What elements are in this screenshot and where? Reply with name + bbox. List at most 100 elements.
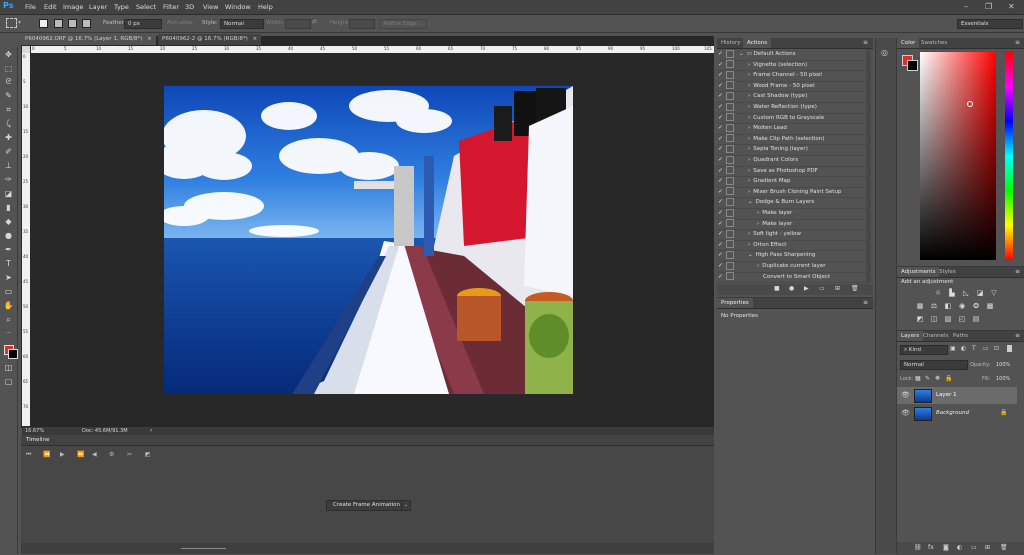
checkmark-icon[interactable]: ✓ — [717, 197, 724, 207]
checkmark-icon[interactable]: ✓ — [717, 134, 724, 144]
path-selection-icon[interactable]: ➤ — [3, 273, 14, 283]
checkmark-icon[interactable]: ✓ — [717, 155, 724, 165]
lock-all-icon[interactable]: 🔒 — [945, 375, 952, 382]
chevron-right-icon[interactable]: › — [748, 136, 750, 142]
checkmark-icon[interactable]: ✓ — [717, 187, 724, 197]
dialog-toggle-icon[interactable] — [726, 60, 734, 69]
panel-menu-icon[interactable]: ≡ — [1015, 39, 1020, 46]
menu-window[interactable]: Window — [225, 3, 251, 11]
create-frame-animation-button[interactable]: Create Frame Animation — [326, 500, 407, 511]
checkmark-icon[interactable]: ✓ — [717, 144, 724, 154]
hue-saturation-icon[interactable]: ▦ — [915, 302, 925, 311]
canvas[interactable] — [31, 53, 714, 426]
first-frame-icon[interactable]: ⏮ — [26, 451, 31, 459]
checkmark-icon[interactable]: ✓ — [717, 91, 724, 101]
levels-icon[interactable]: ▙ — [947, 289, 957, 298]
chevron-right-icon[interactable]: › — [748, 231, 750, 237]
quick-selection-icon[interactable]: ✎ — [3, 91, 14, 101]
checkmark-icon[interactable]: ✓ — [717, 70, 724, 80]
chevron-right-icon[interactable]: › — [757, 221, 759, 227]
filter-shape-icon[interactable]: ▭ — [983, 345, 989, 352]
chevron-right-icon[interactable]: › — [748, 178, 750, 184]
dodge-tool-icon[interactable]: ● — [3, 231, 14, 241]
layer-filter-select[interactable]: ⌕ Kind — [900, 345, 948, 355]
background-color-swatch[interactable] — [8, 349, 18, 359]
crop-tool-icon[interactable]: ⌗ — [3, 105, 14, 115]
clone-stamp-icon[interactable]: ⊥ — [3, 161, 14, 171]
zoom-level[interactable]: 16.67% — [25, 428, 44, 434]
checkmark-icon[interactable]: ✓ — [717, 250, 724, 260]
link-layers-icon[interactable]: ⛓ — [914, 544, 922, 551]
tab-actions[interactable]: Actions — [743, 38, 772, 48]
subtract-selection-icon[interactable] — [68, 19, 77, 28]
chevron-right-icon[interactable]: › — [748, 146, 750, 152]
tab-history[interactable]: History — [717, 38, 745, 48]
tab-properties[interactable]: Properties — [717, 298, 753, 308]
dialog-toggle-icon[interactable] — [726, 70, 734, 79]
add-mask-icon[interactable]: ◙ — [943, 544, 949, 551]
chevron-right-icon[interactable]: › — [757, 263, 759, 269]
chevron-right-icon[interactable]: › — [748, 189, 750, 195]
dialog-toggle-icon[interactable] — [726, 91, 734, 100]
history-brush-icon[interactable]: ✑ — [3, 175, 14, 185]
dialog-toggle-icon[interactable] — [726, 155, 734, 164]
checkmark-icon[interactable]: ✓ — [717, 176, 724, 186]
checkmark-icon[interactable]: ✓ — [717, 49, 724, 59]
opacity-value[interactable]: 100% — [996, 362, 1010, 368]
move-tool-icon[interactable]: ✥ — [3, 50, 14, 60]
checkmark-icon[interactable]: ✓ — [717, 113, 724, 123]
gradient-map-icon[interactable]: ▤ — [971, 315, 981, 324]
play-icon[interactable]: ▶ — [60, 451, 65, 458]
menu-file[interactable]: File — [25, 3, 36, 11]
dialog-toggle-icon[interactable] — [726, 272, 734, 281]
close-icon[interactable]: × — [147, 36, 152, 42]
checkmark-icon[interactable]: ✓ — [717, 81, 724, 91]
chevron-right-icon[interactable]: › — [748, 72, 750, 78]
next-frame-icon[interactable]: ⏩ — [77, 451, 84, 458]
checkmark-icon[interactable]: ✓ — [717, 240, 724, 250]
chevron-down-icon[interactable]: ▾ — [18, 19, 21, 26]
checkmark-icon[interactable]: ✓ — [717, 123, 724, 133]
tab-paths[interactable]: Paths — [949, 331, 972, 341]
menu-edit[interactable]: Edit — [44, 3, 57, 11]
checkmark-icon[interactable]: ✓ — [717, 60, 724, 70]
delete-layer-icon[interactable]: 🗑 — [1000, 544, 1008, 551]
adjustment-layer-icon[interactable]: ◐ — [957, 544, 962, 551]
eyedropper-icon[interactable]: ⤹ — [3, 119, 14, 129]
color-lookup-icon[interactable]: ▩ — [985, 302, 995, 311]
eraser-tool-icon[interactable]: ◪ — [3, 189, 14, 199]
prev-frame-icon[interactable]: ⏪ — [43, 451, 50, 458]
filter-toggle[interactable] — [1007, 345, 1012, 352]
hue-slider[interactable] — [1005, 52, 1013, 260]
healing-brush-icon[interactable]: ✚ — [3, 133, 14, 143]
hand-tool-icon[interactable]: ✋ — [3, 301, 14, 311]
dialog-toggle-icon[interactable] — [726, 166, 734, 175]
exposure-icon[interactable]: ◪ — [975, 289, 985, 298]
chevron-right-icon[interactable]: › — [748, 83, 750, 89]
blend-mode-select[interactable]: Normal — [900, 360, 968, 370]
panel-menu-icon[interactable]: ≡ — [1015, 268, 1020, 275]
actions-scrollbar[interactable] — [866, 49, 871, 283]
color-picker-cursor[interactable] — [967, 101, 973, 107]
audio-icon[interactable]: ◀ — [92, 451, 97, 458]
fx-icon[interactable]: fx — [928, 544, 934, 551]
new-action-icon[interactable]: ⊞ — [835, 285, 840, 292]
lasso-tool-icon[interactable]: ᘓ — [3, 77, 14, 87]
minimize-button[interactable]: – — [964, 2, 968, 11]
panel-menu-icon[interactable]: ≡ — [863, 39, 868, 46]
brightness-icon[interactable]: ☼ — [933, 289, 943, 298]
panel-menu-icon[interactable]: ≡ — [863, 299, 868, 306]
threshold-icon[interactable]: ▨ — [943, 315, 953, 324]
tab-styles[interactable]: Styles — [935, 267, 960, 277]
close-icon[interactable]: × — [253, 36, 258, 42]
chevron-down-icon[interactable]: ⌄ — [748, 199, 753, 205]
new-group-icon[interactable]: ▭ — [971, 544, 977, 551]
checkmark-icon[interactable]: ✓ — [717, 208, 724, 218]
antialias-checkbox[interactable]: Anti-alias — [167, 20, 193, 26]
new-layer-icon[interactable]: ⊞ — [985, 544, 990, 551]
tab-swatches[interactable]: Swatches — [917, 38, 951, 48]
feather-input[interactable]: 0 px — [124, 19, 162, 29]
more-tools-icon[interactable]: ··· — [3, 329, 14, 339]
visibility-eye-icon[interactable]: 👁 — [901, 409, 910, 417]
style-select[interactable]: Normal — [220, 19, 264, 29]
